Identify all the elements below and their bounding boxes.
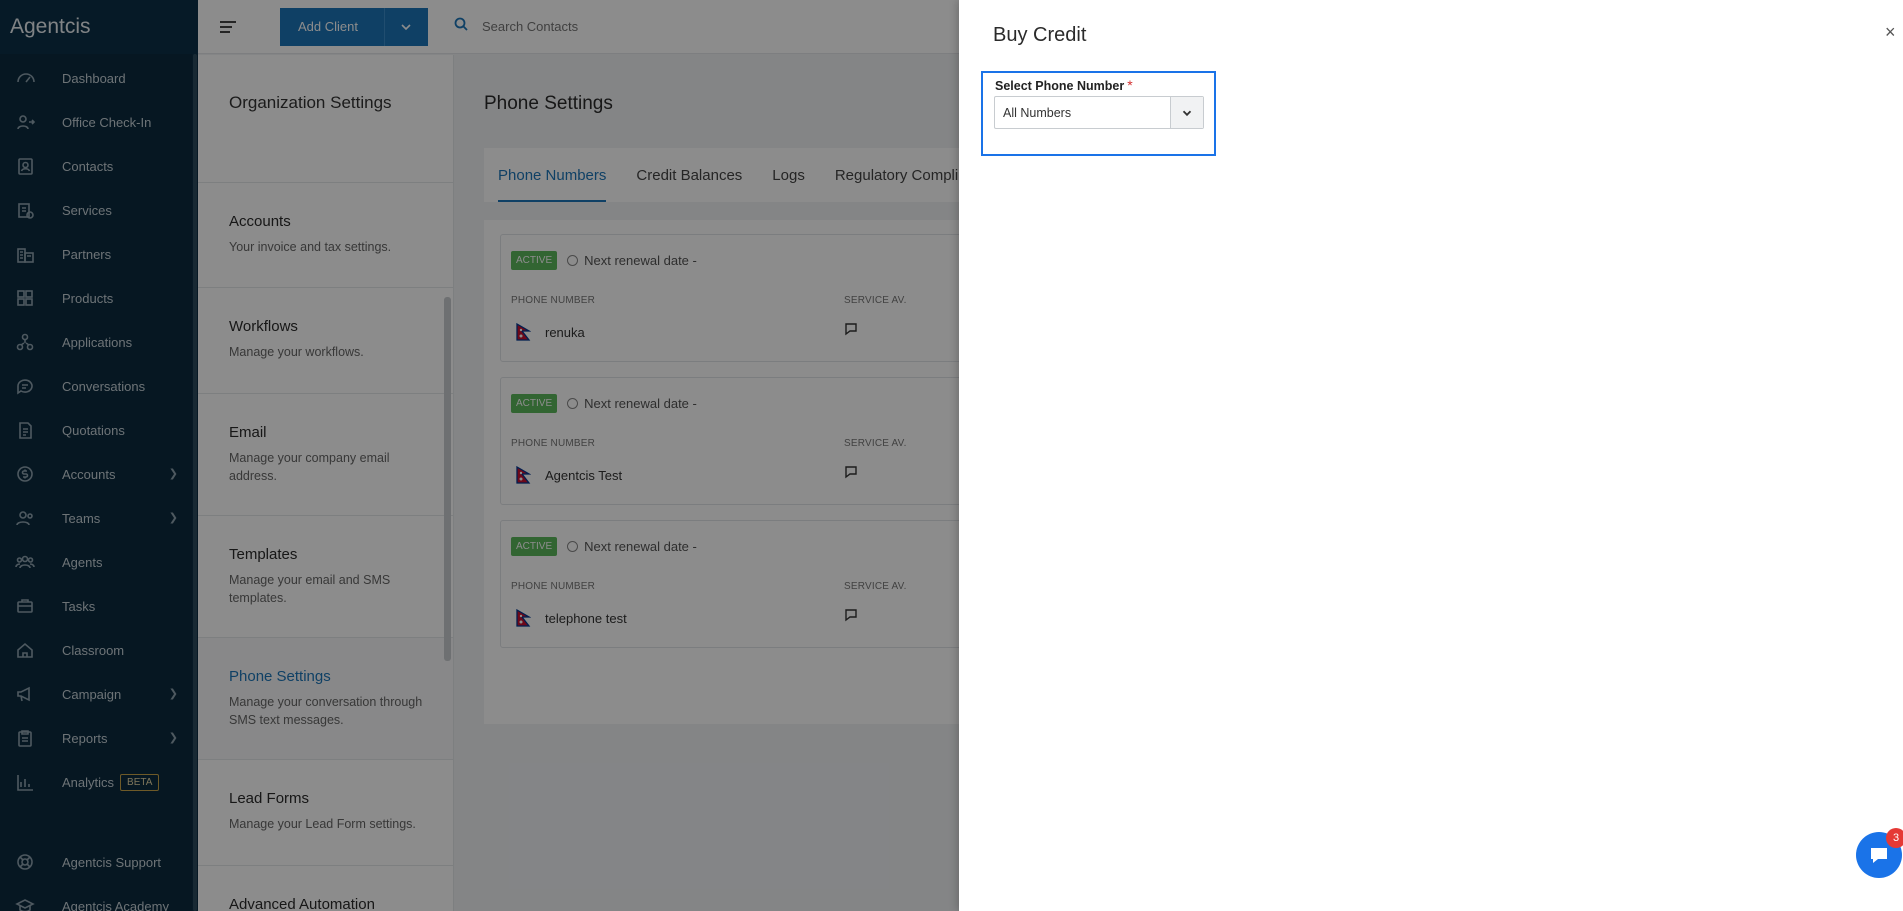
phone-number-select[interactable]: All Numbers <box>994 96 1204 129</box>
drawer-title: Buy Credit <box>993 24 1087 46</box>
chat-count-badge: 3 <box>1886 828 1903 848</box>
buy-credit-drawer: Buy Credit × Select Phone Number * All Nu… <box>959 0 1903 911</box>
required-mark: * <box>1127 77 1133 93</box>
field-label-text: Select Phone Number <box>995 79 1125 93</box>
select-value[interactable]: All Numbers <box>995 106 1170 120</box>
phone-number-field: Select Phone Number * All Numbers <box>981 71 1216 156</box>
chat-bubble-icon <box>1871 848 1887 863</box>
field-label: Select Phone Number * <box>995 77 1133 93</box>
close-icon[interactable]: × <box>1885 22 1903 43</box>
chevron-down-icon[interactable] <box>1170 97 1203 128</box>
